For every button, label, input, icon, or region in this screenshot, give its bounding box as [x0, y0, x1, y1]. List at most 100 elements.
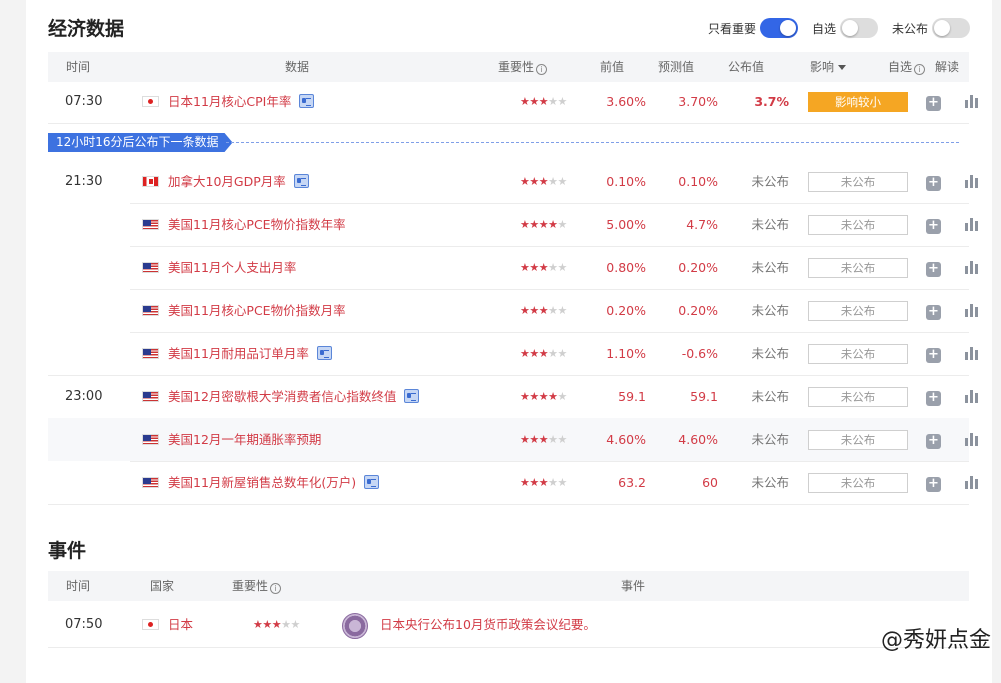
table-row[interactable]: 21:30 加拿大10月GDP月率 ★★★★★ 0.10% 0.10% 未公布 未公布 +	[48, 160, 978, 203]
actual-value: 未公布	[751, 174, 789, 189]
chart-bars-icon[interactable]	[965, 95, 978, 108]
toggle-important-only[interactable]: 只看重要	[708, 18, 798, 38]
col-impact-label: 影响	[810, 60, 835, 74]
row-data[interactable]: 美国11月个人支出月率	[142, 246, 296, 289]
chart-bars-icon[interactable]	[965, 347, 978, 360]
add-watch-icon[interactable]: +	[926, 348, 941, 363]
indicator-name[interactable]: 美国11月新屋销售总数年化(万户)	[168, 475, 356, 490]
add-watch-icon[interactable]: +	[926, 262, 941, 277]
document-icon[interactable]	[404, 389, 420, 403]
forecast-value: 4.7%	[686, 217, 718, 232]
add-watch-icon[interactable]: +	[926, 96, 941, 111]
previous-value: 4.60%	[606, 432, 646, 447]
col-event: 事件	[621, 579, 646, 593]
flag-us-icon	[142, 305, 159, 316]
impact-cell: 未公布	[808, 344, 908, 364]
flag-us-icon	[142, 477, 159, 488]
previous-value: 1.10%	[606, 346, 646, 361]
interpret-cell	[965, 175, 978, 191]
chart-bars-icon[interactable]	[965, 433, 978, 446]
col-previous: 前值	[600, 60, 625, 74]
previous-value: 3.60%	[606, 94, 646, 109]
row-data[interactable]: 美国11月核心PCE物价指数年率	[142, 203, 346, 246]
events-table-header: 时间 国家 重要性 i 事件	[48, 571, 969, 601]
importance-stars: ★★★★★	[520, 95, 567, 108]
indicator-name[interactable]: 美国11月核心PCE物价指数月率	[168, 303, 346, 318]
actual-value: 3.7%	[754, 94, 789, 109]
country-name: 日本	[168, 617, 194, 632]
forecast-value: 0.20%	[678, 303, 718, 318]
watch-cell: +	[926, 475, 941, 492]
add-watch-icon[interactable]: +	[926, 176, 941, 191]
chart-bars-icon[interactable]	[965, 476, 978, 489]
interpret-cell	[965, 347, 978, 363]
flag-us-icon	[142, 219, 159, 230]
indicator-name[interactable]: 美国11月个人支出月率	[168, 260, 296, 275]
row-data[interactable]: 美国12月一年期通胀率预期	[142, 418, 321, 461]
info-icon[interactable]: i	[536, 64, 548, 75]
row-data[interactable]: 日本11月核心CPI年率	[142, 80, 315, 123]
table-row[interactable]: 美国12月一年期通胀率预期 ★★★★★ 4.60% 4.60% 未公布 未公布 +	[48, 418, 978, 461]
economic-calendar-panel: 经济数据 只看重要 自选 未公布 时间 数据 重要性 i 前值 预测值 公布值 影…	[26, 0, 992, 683]
document-icon[interactable]	[316, 346, 332, 360]
table-row[interactable]: 美国11月核心PCE物价指数月率 ★★★★★ 0.20% 0.20% 未公布 未公布 +	[48, 289, 978, 332]
chart-bars-icon[interactable]	[965, 218, 978, 231]
row-data[interactable]: 美国11月新屋销售总数年化(万户)	[142, 461, 380, 504]
event-row[interactable]: 07:50 日本 ★★★★★ 日本央行公布10月货币政策会议纪要。	[48, 603, 969, 647]
chart-bars-icon[interactable]	[965, 304, 978, 317]
indicator-name[interactable]: 日本11月核心CPI年率	[168, 94, 291, 109]
indicator-name[interactable]: 美国11月核心PCE物价指数年率	[168, 217, 346, 232]
row-data[interactable]: 加拿大10月GDP月率	[142, 160, 309, 203]
actual-value: 未公布	[751, 475, 789, 490]
indicator-name[interactable]: 美国11月耐用品订单月率	[168, 346, 309, 361]
table-row[interactable]: 美国11月新屋销售总数年化(万户) ★★★★★ 63.2 60 未公布 未公布 +	[48, 461, 978, 504]
toggle-switch[interactable]	[839, 18, 878, 38]
event-content[interactable]: 日本央行公布10月货币政策会议纪要。	[342, 611, 596, 639]
forecast-value: 60	[702, 475, 718, 490]
row-data[interactable]: 美国11月耐用品订单月率	[142, 332, 332, 375]
actual-value: 未公布	[751, 217, 789, 232]
add-watch-icon[interactable]: +	[926, 477, 941, 492]
actual-value: 未公布	[751, 346, 789, 361]
table-row[interactable]: 美国11月核心PCE物价指数年率 ★★★★★ 5.00% 4.7% 未公布 未公布 +	[48, 203, 978, 246]
row-time: 23:00	[65, 389, 103, 404]
row-data[interactable]: 美国12月密歇根大学消费者信心指数终值	[142, 375, 420, 418]
toggle-watchlist[interactable]: 自选	[812, 18, 878, 38]
indicator-name[interactable]: 美国12月密歇根大学消费者信心指数终值	[168, 389, 396, 404]
table-row[interactable]: 07:30 日本11月核心CPI年率 ★★★★★ 3.60% 3.70% 3.7% 影响较小…	[48, 80, 978, 123]
toggle-label: 未公布	[891, 21, 928, 36]
add-watch-icon[interactable]: +	[926, 391, 941, 406]
col-impact[interactable]: 影响	[810, 52, 847, 82]
document-icon[interactable]	[299, 94, 315, 108]
table-row[interactable]: 美国11月耐用品订单月率 ★★★★★ 1.10% -0.6% 未公布 未公布 +	[48, 332, 978, 375]
document-icon[interactable]	[293, 174, 309, 188]
table-row[interactable]: 23:00 美国12月密歇根大学消费者信心指数终值 ★★★★★ 59.1 59.1 未公布…	[48, 375, 978, 418]
chart-bars-icon[interactable]	[965, 175, 978, 188]
toggle-switch[interactable]	[759, 18, 798, 38]
impact-badge: 影响较小	[808, 92, 908, 112]
row-divider	[48, 123, 969, 124]
indicator-name[interactable]: 加拿大10月GDP月率	[168, 174, 286, 189]
event-text[interactable]: 日本央行公布10月货币政策会议纪要。	[380, 617, 596, 632]
info-icon[interactable]: i	[914, 64, 926, 75]
interpret-cell	[965, 433, 978, 449]
previous-value: 5.00%	[606, 217, 646, 232]
document-icon[interactable]	[364, 475, 380, 489]
table-row[interactable]: 美国11月个人支出月率 ★★★★★ 0.80% 0.20% 未公布 未公布 +	[48, 246, 978, 289]
add-watch-icon[interactable]: +	[926, 219, 941, 234]
add-watch-icon[interactable]: +	[926, 434, 941, 449]
actual-value: 未公布	[751, 432, 789, 447]
importance-stars: ★★★★★	[253, 618, 300, 631]
toggle-switch[interactable]	[932, 18, 970, 38]
add-watch-icon[interactable]: +	[926, 305, 941, 320]
indicator-name[interactable]: 美国12月一年期通胀率预期	[168, 432, 321, 447]
row-data[interactable]: 美国11月核心PCE物价指数月率	[142, 289, 346, 332]
info-icon[interactable]: i	[270, 583, 282, 594]
col-importance: 重要性 i	[498, 52, 548, 82]
actual-value: 未公布	[751, 303, 789, 318]
chart-bars-icon[interactable]	[965, 261, 978, 274]
impact-badge: 未公布	[808, 344, 908, 364]
toggle-unreleased[interactable]: 未公布	[892, 18, 970, 38]
flag-ca-icon	[142, 176, 159, 187]
chart-bars-icon[interactable]	[965, 390, 978, 403]
